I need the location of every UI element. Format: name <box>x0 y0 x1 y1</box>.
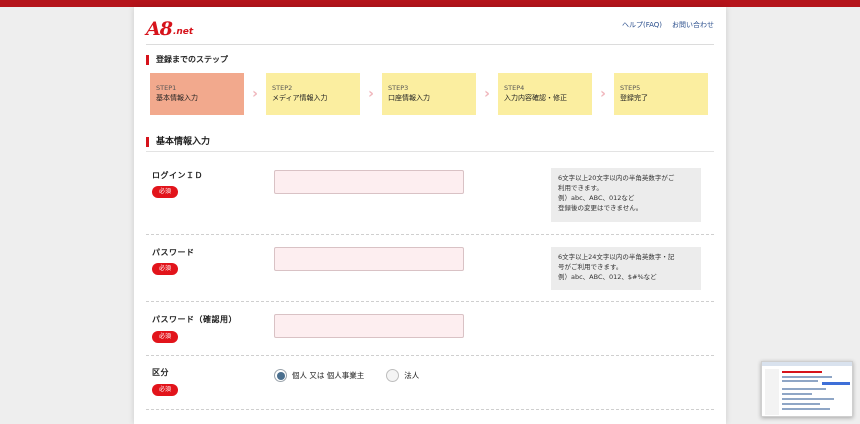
thumb-line <box>782 408 830 410</box>
thumb-line <box>782 376 832 378</box>
password-confirm-input[interactable] <box>274 314 464 338</box>
step-number: STEP1 <box>156 84 177 92</box>
required-badge: 必須 <box>152 186 178 198</box>
step-number: STEP4 <box>504 84 525 92</box>
required-badge: 必須 <box>152 263 178 275</box>
thumb-sidebar <box>765 369 779 415</box>
row-divider <box>146 234 714 235</box>
note-line: 利用できます。 <box>558 184 603 192</box>
logo-net-text: .net <box>172 27 194 37</box>
required-badge: 必須 <box>152 384 178 396</box>
step-2: STEP2 メディア情報入力 <box>266 73 360 115</box>
chevron-right-icon: › <box>600 86 606 102</box>
step-name: 入力内容確認・修正 <box>504 94 567 102</box>
step-name: 登録完了 <box>620 94 648 102</box>
step-name: 基本情報入力 <box>156 94 198 102</box>
step-3: STEP3 口座情報入力 <box>382 73 476 115</box>
note-line: 登録後の変更はできません。 <box>558 204 643 212</box>
row-divider <box>146 409 714 410</box>
thumb-bar <box>762 362 852 366</box>
step-number: STEP2 <box>272 84 293 92</box>
note-line: 例）abc、ABC、012など <box>558 194 635 202</box>
help-faq-link[interactable]: ヘルプ(FAQ) <box>622 20 662 30</box>
a8net-logo[interactable]: A8 .net <box>146 17 193 39</box>
corporation-radio[interactable] <box>386 369 400 382</box>
thumb-red-line <box>782 371 822 373</box>
registration-steps: STEP1 基本情報入力 › STEP2 メディア情報入力 › STEP3 口座… <box>150 73 708 115</box>
chevron-right-icon: › <box>252 86 258 102</box>
top-brand-bar <box>0 0 860 7</box>
step-number: STEP5 <box>620 84 641 92</box>
step-5: STEP5 登録完了 <box>614 73 708 115</box>
category-radio-group: 個人 又は 個人事業主 法人 <box>274 369 441 382</box>
note-line: 6文字以上20文字以内の半角英数字がご <box>558 174 675 182</box>
registration-page: A8 .net ヘルプ(FAQ) お問い合わせ 登録までのステップ STEP1 基… <box>134 7 726 424</box>
step-name: 口座情報入力 <box>388 94 430 102</box>
chevron-right-icon: › <box>368 86 374 102</box>
individual-radio-label[interactable]: 個人 又は 個人事業主 <box>292 370 364 381</box>
category-label: 区分 <box>152 368 169 377</box>
row-divider <box>146 355 714 356</box>
thumb-line <box>782 393 812 395</box>
steps-section-title: 登録までのステップ <box>146 55 228 65</box>
password-label: パスワード <box>152 248 195 257</box>
password-input[interactable] <box>274 247 464 271</box>
header-links: ヘルプ(FAQ) お問い合わせ <box>622 20 714 30</box>
step-4: STEP4 入力内容確認・修正 <box>498 73 592 115</box>
individual-radio[interactable] <box>274 369 287 382</box>
chevron-right-icon: › <box>484 86 490 102</box>
password-note: 6文字以上24文字以内の半角英数字・記 号がご利用できます。 例）abc、ABC… <box>551 247 701 290</box>
thumb-line <box>782 398 834 400</box>
login-id-label: ログインＩＤ <box>152 171 203 180</box>
step-1: STEP1 基本情報入力 <box>150 73 244 115</box>
note-line: 6文字以上24文字以内の半角英数字・記 <box>558 253 675 261</box>
form-title-divider <box>146 151 714 152</box>
header-divider <box>146 44 714 45</box>
form-section-title: 基本情報入力 <box>146 137 210 147</box>
screenshot-thumbnail-preview[interactable] <box>761 361 853 417</box>
login-id-input[interactable] <box>274 170 464 194</box>
row-divider <box>146 301 714 302</box>
corporation-radio-label[interactable]: 法人 <box>404 370 419 381</box>
password-confirm-label: パスワード（確認用） <box>152 315 237 324</box>
required-badge: 必須 <box>152 331 178 343</box>
step-name: メディア情報入力 <box>272 94 328 102</box>
contact-link[interactable]: お問い合わせ <box>672 20 714 30</box>
note-line: 号がご利用できます。 <box>558 263 623 271</box>
note-line: 例）abc、ABC、012、$#%など <box>558 273 657 281</box>
logo-a8-text: A8 <box>146 18 173 40</box>
radio-dot <box>276 371 285 380</box>
step-number: STEP3 <box>388 84 409 92</box>
thumb-line <box>782 403 820 405</box>
login-id-note: 6文字以上20文字以内の半角英数字がご 利用できます。 例）abc、ABC、01… <box>551 168 701 222</box>
thumb-blue-button <box>822 382 850 385</box>
thumb-line <box>782 388 826 390</box>
thumb-line <box>782 380 818 382</box>
